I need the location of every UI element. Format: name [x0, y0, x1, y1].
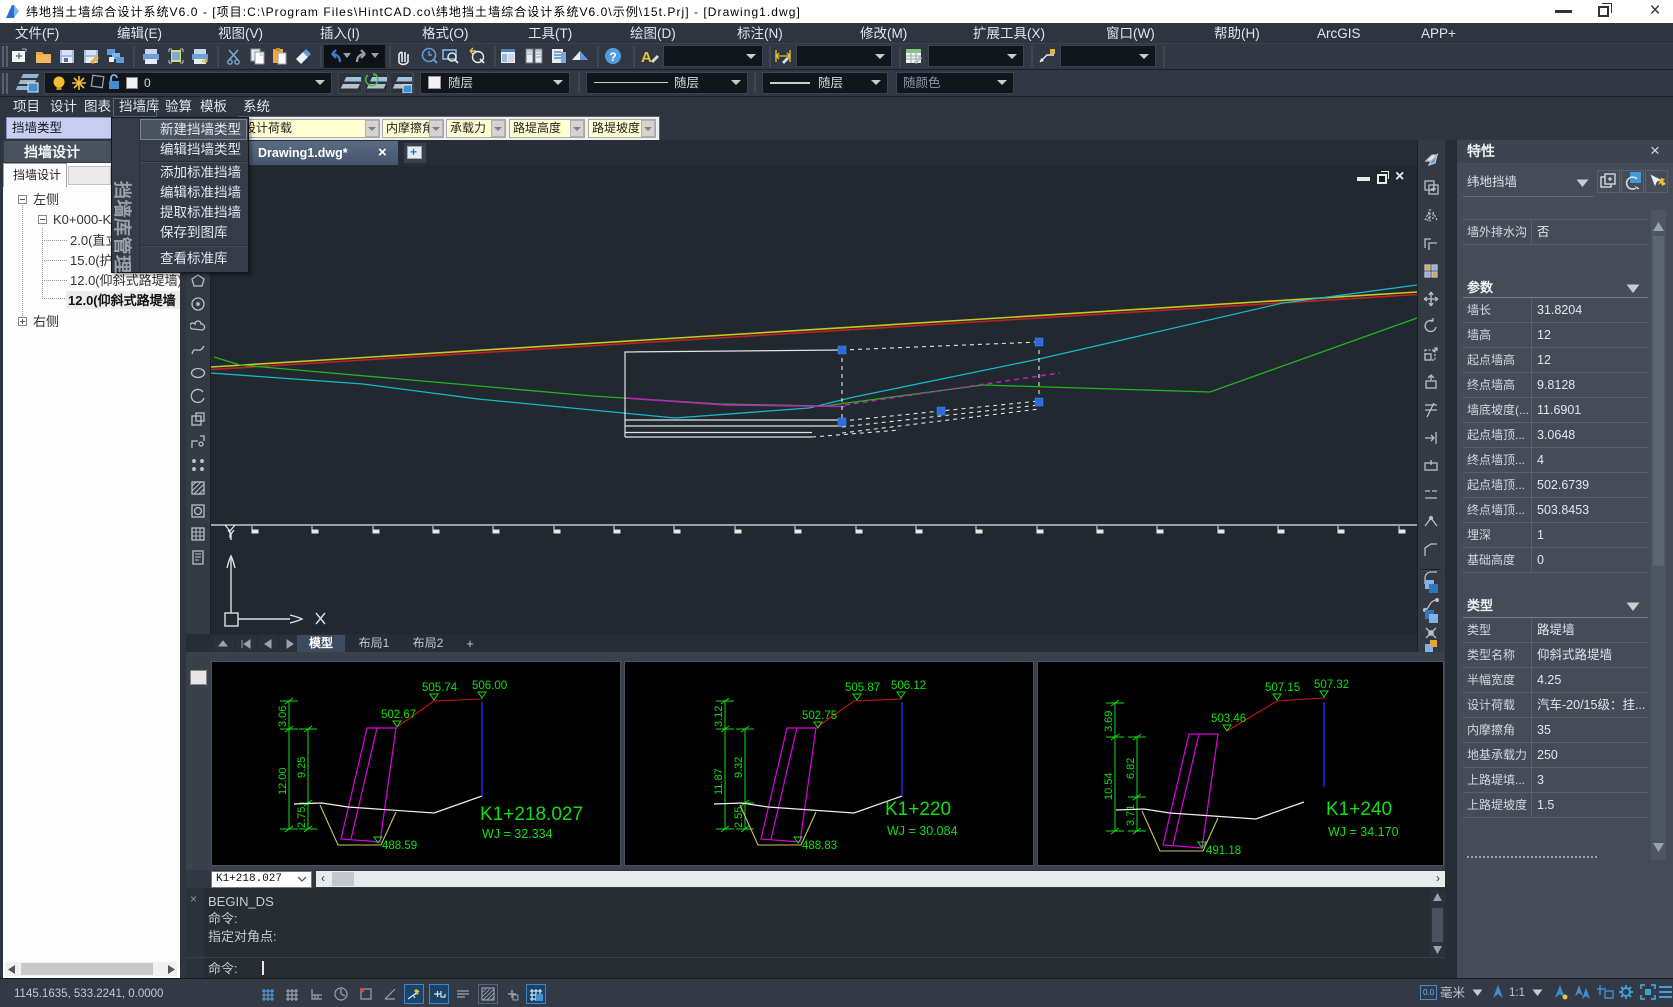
svg-text:491.18: 491.18 — [1206, 845, 1241, 857]
svg-text:506.12: 506.12 — [891, 680, 926, 692]
svg-text:3.06: 3.06 — [277, 706, 289, 727]
svg-text:A: A — [641, 49, 652, 66]
svg-text:K1+240: K1+240 — [1326, 799, 1392, 820]
svg-text:WJ = 32.334: WJ = 32.334 — [482, 827, 553, 841]
svg-text:WJ = 34.170: WJ = 34.170 — [1328, 825, 1399, 839]
svg-text:507.32: 507.32 — [1314, 679, 1349, 691]
svg-text:9.25: 9.25 — [296, 757, 308, 778]
svg-text:503.46: 503.46 — [1211, 713, 1246, 725]
svg-text:WJ = 30.084: WJ = 30.084 — [887, 824, 958, 838]
svg-text:505.74: 505.74 — [422, 682, 458, 694]
svg-text:3.12: 3.12 — [713, 706, 725, 727]
svg-text:10.54: 10.54 — [1103, 772, 1115, 800]
svg-text:502.67: 502.67 — [381, 709, 416, 721]
svg-text:2.55: 2.55 — [733, 807, 745, 828]
svg-text:9.32: 9.32 — [733, 757, 745, 778]
svg-text:12.00: 12.00 — [277, 767, 289, 795]
svg-text:2.75: 2.75 — [296, 807, 308, 828]
svg-text:?: ? — [609, 50, 616, 64]
svg-text:488.59: 488.59 — [382, 840, 417, 852]
svg-text:6.82: 6.82 — [1125, 758, 1137, 779]
svg-text:K1+218.027: K1+218.027 — [480, 804, 583, 825]
svg-text:505.87: 505.87 — [845, 682, 880, 694]
svg-text:3.71: 3.71 — [1125, 805, 1137, 826]
svg-text:506.00: 506.00 — [472, 680, 507, 692]
svg-text:3.69: 3.69 — [1103, 711, 1115, 732]
svg-text:488.83: 488.83 — [802, 840, 837, 852]
svg-text:11.87: 11.87 — [713, 768, 725, 795]
svg-text:502.75: 502.75 — [802, 710, 837, 722]
svg-text:K1+220: K1+220 — [885, 799, 951, 820]
svg-text:507.15: 507.15 — [1265, 682, 1300, 694]
